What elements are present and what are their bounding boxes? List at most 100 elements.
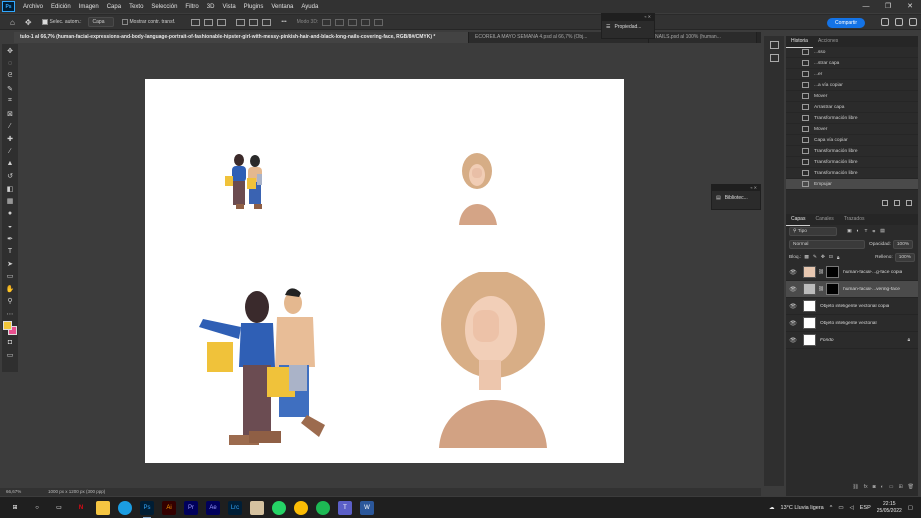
pan-3d-icon[interactable] (348, 18, 358, 26)
task-view-icon[interactable]: ▭ (52, 501, 66, 515)
layer-filter-dropdown[interactable]: ⚲ Tipo (789, 227, 837, 236)
document-info[interactable]: 1000 px x 1200 px (300 ppp) (48, 489, 105, 494)
photoshop-logo-icon[interactable]: Ps (2, 1, 15, 12)
align-bottom-icon[interactable] (262, 18, 272, 26)
menu-texto[interactable]: Texto (125, 4, 147, 10)
edge-icon[interactable] (118, 500, 132, 515)
minimize-button[interactable]: — (855, 0, 877, 13)
tab-canales[interactable]: Canales (810, 214, 838, 225)
tab-capas[interactable]: Capas (786, 214, 811, 226)
eyedropper-tool-icon[interactable]: ⁄ (5, 121, 16, 131)
eye-icon[interactable]: 👁︎ (788, 303, 798, 310)
new-group-icon[interactable]: ▭ (889, 484, 894, 490)
healing-tool-icon[interactable]: ✚ (5, 134, 16, 144)
menu-ayuda[interactable]: Ayuda (297, 4, 322, 10)
tab-document-3[interactable]: NAILS.psd al 100% (human... (649, 32, 757, 43)
history-item-selected[interactable]: Empujar (786, 179, 918, 190)
align-center-icon[interactable] (204, 18, 214, 26)
history-item[interactable]: Arrastrar capa (786, 102, 918, 113)
add-mask-icon[interactable]: ◙ (873, 484, 876, 490)
menu-ventana[interactable]: Ventana (267, 4, 297, 10)
camera-icon[interactable] (894, 200, 900, 206)
layer-mask-thumbnail[interactable] (826, 266, 840, 278)
screen-mode-icon[interactable]: ▭ (5, 350, 16, 360)
link-layers-icon[interactable]: ⛓︎ (852, 484, 858, 490)
woman-photo-large[interactable] (435, 272, 550, 448)
trash-icon[interactable]: 🗑︎ (908, 484, 914, 490)
shoppers-illustration-small[interactable] (219, 154, 277, 214)
blur-tool-icon[interactable]: ● (5, 209, 16, 219)
more-options-button[interactable]: ••• (281, 19, 286, 25)
history-item[interactable]: Capa vía copiar (786, 135, 918, 146)
menu-filtro[interactable]: Filtro (181, 4, 202, 10)
zoom-level[interactable]: 66,67% (6, 489, 21, 494)
history-item[interactable]: Mover (786, 124, 918, 135)
lasso-tool-icon[interactable]: ᘓ (5, 71, 16, 81)
brush-settings-icon[interactable] (769, 41, 779, 49)
history-item[interactable]: Transformación libre (786, 113, 918, 124)
chain-link-icon[interactable]: ⛓︎ (818, 287, 824, 292)
canvas-area[interactable] (20, 44, 761, 487)
tray-chevron-icon[interactable]: ^ (830, 505, 833, 511)
history-item[interactable]: Transformación libre (786, 157, 918, 168)
menu-archivo[interactable]: Archivo (19, 4, 47, 10)
roll-3d-icon[interactable] (335, 18, 345, 26)
move-tool-icon[interactable]: ✥ (5, 46, 16, 56)
windows-start-icon[interactable]: ⊞ (8, 501, 22, 515)
history-item[interactable]: Transformación libre (786, 168, 918, 179)
search-icon[interactable]: ○ (30, 501, 44, 515)
chain-link-icon[interactable]: ⛓︎ (818, 270, 824, 275)
lock-position-icon[interactable]: ✥ (821, 255, 825, 260)
layer-row[interactable]: 👁︎ Objeto inteligente vectorial (786, 315, 918, 332)
filter-smart-icon[interactable]: ▤ (880, 229, 885, 234)
lock-pixels-icon[interactable]: ✎ (813, 255, 817, 260)
eye-icon[interactable]: 👁︎ (788, 320, 798, 327)
illustrator-icon[interactable]: Ai (162, 500, 176, 515)
quick-mask-icon[interactable]: ◘ (5, 337, 16, 347)
camera-3d-icon[interactable] (374, 18, 384, 26)
file-explorer-icon[interactable] (96, 500, 110, 515)
align-right-icon[interactable] (217, 18, 227, 26)
workspace-icon[interactable] (895, 18, 903, 26)
layer-row[interactable]: 👁︎ Objeto inteligente vectorial copia (786, 298, 918, 315)
close-window-button[interactable]: ✕ (899, 0, 921, 13)
share-button[interactable]: Compartir (827, 18, 865, 28)
lock-transparency-icon[interactable]: ▩ (804, 255, 809, 260)
show-transform-checkbox[interactable]: Mostrar contr. transf. (121, 19, 175, 25)
history-item[interactable]: ...sso (786, 47, 918, 58)
clock[interactable]: 22:15 25/05/2022 (877, 501, 902, 515)
document-canvas[interactable] (145, 79, 624, 463)
history-item[interactable]: ...er (786, 69, 918, 80)
language-indicator[interactable]: ESP (860, 505, 871, 511)
weather-icon[interactable]: ☁ (769, 505, 775, 511)
align-left-icon[interactable] (191, 18, 201, 26)
after-effects-icon[interactable]: Ae (206, 500, 220, 515)
properties-panel-header[interactable]: « ✕ (602, 14, 654, 21)
photoshop-taskbar-icon[interactable]: Ps (140, 500, 154, 518)
layer-row[interactable]: 👁︎ ⛓︎ human-facial-...g-face copia (786, 264, 918, 281)
weather-text[interactable]: 13°C Lluvia ligera (781, 505, 824, 511)
zoom-tool-icon[interactable]: ⚲ (5, 296, 16, 306)
fill-input[interactable]: 100% (894, 253, 915, 262)
move-tool-icon[interactable]: ✥ (25, 18, 32, 27)
align-top-icon[interactable] (236, 18, 246, 26)
new-layer-icon[interactable]: ⊞ (898, 484, 902, 490)
lightroom-icon[interactable]: Lrc (228, 500, 242, 515)
filter-shape-icon[interactable]: ⌗ (872, 229, 875, 235)
volume-icon[interactable]: ◁ (850, 505, 854, 511)
menu-plugins[interactable]: Plugins (240, 4, 268, 10)
netflix-icon[interactable]: N (74, 501, 88, 515)
home-icon[interactable]: ⌂ (10, 18, 15, 27)
network-icon[interactable]: ▭ (838, 505, 843, 511)
whatsapp-icon[interactable] (272, 500, 286, 515)
adjustments-icon[interactable] (769, 54, 779, 62)
adjustment-layer-icon[interactable]: ◐ (881, 484, 884, 490)
new-snapshot-icon[interactable] (882, 200, 888, 206)
marquee-tool-icon[interactable]: ◌ (5, 59, 16, 69)
eraser-tool-icon[interactable]: ◧ (5, 184, 16, 194)
gradient-tool-icon[interactable]: ▦ (5, 196, 16, 206)
path-select-tool-icon[interactable]: ➤ (5, 259, 16, 269)
layer-mask-thumbnail[interactable] (826, 283, 840, 295)
search-icon[interactable] (881, 18, 889, 26)
word-icon[interactable]: W (360, 500, 374, 515)
